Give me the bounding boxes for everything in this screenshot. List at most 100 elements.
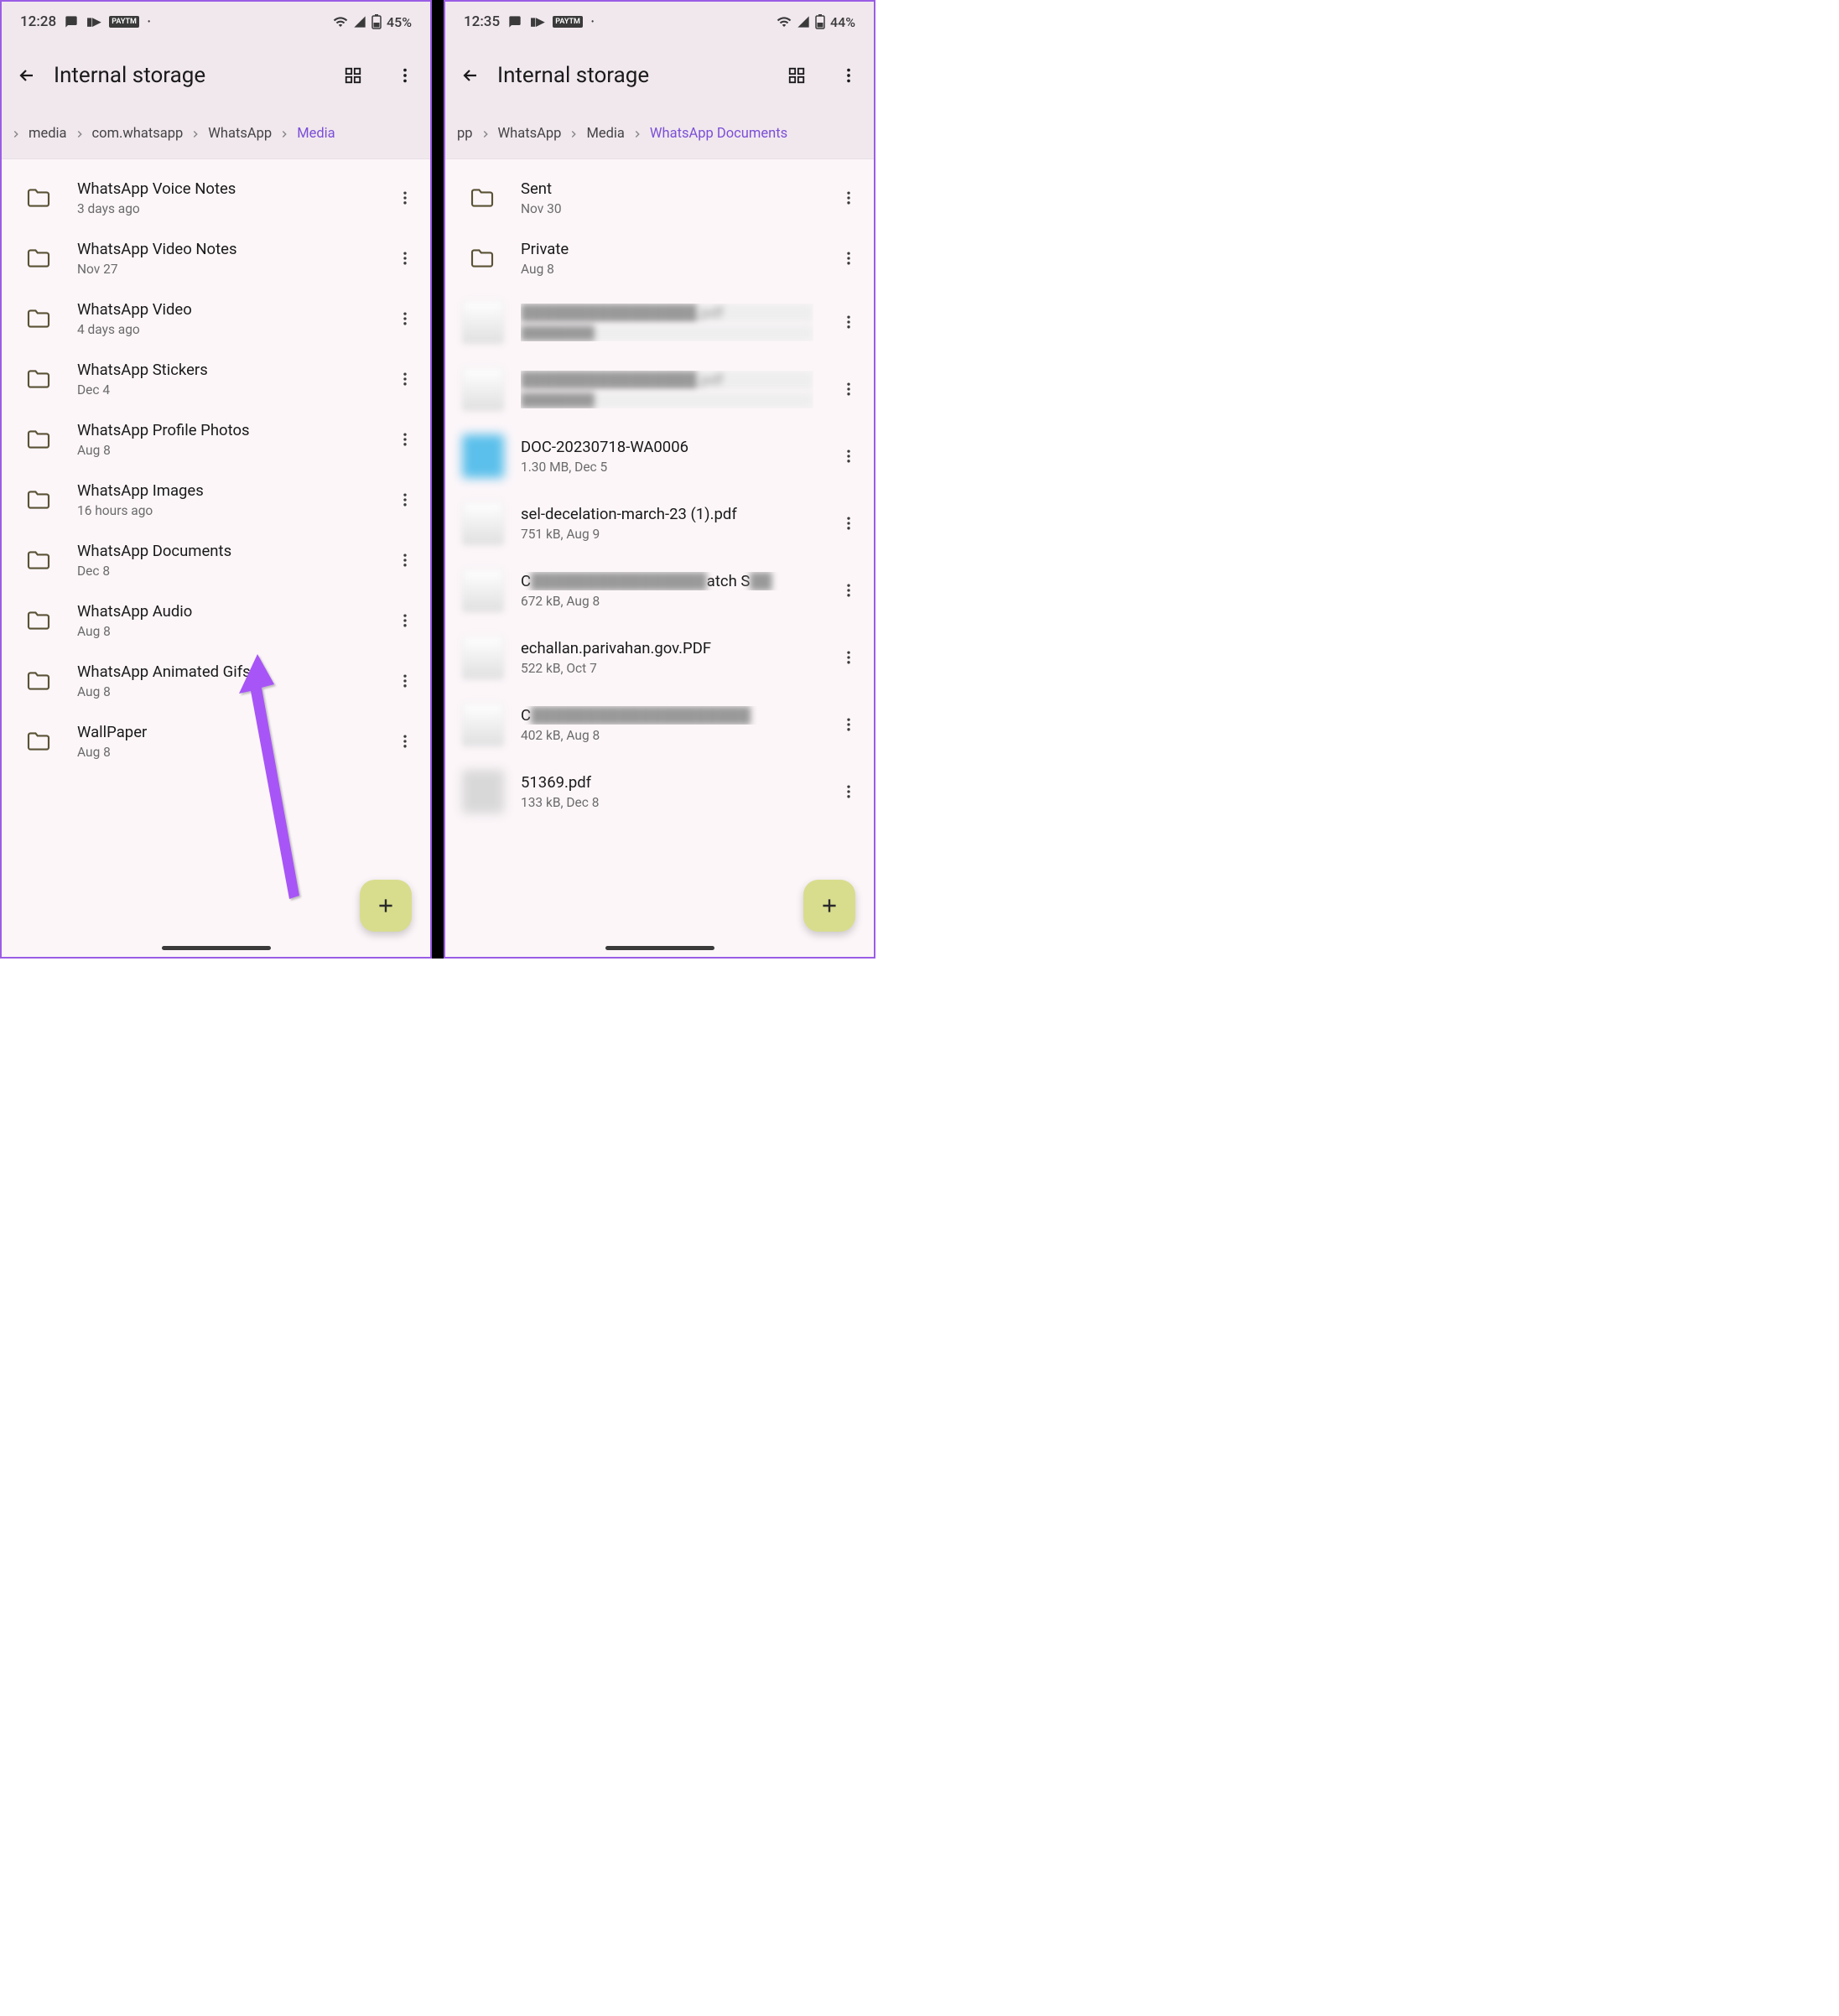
signal-icon bbox=[797, 15, 810, 29]
status-bar: 12:35 ▮▶ PAYTM • 44% bbox=[445, 2, 874, 42]
item-more-button[interactable] bbox=[839, 188, 859, 208]
file-thumbnail bbox=[462, 367, 504, 411]
item-more-button[interactable] bbox=[839, 580, 859, 600]
item-more-button[interactable] bbox=[395, 369, 415, 389]
file-sub: 672 kB, Aug 8 bbox=[521, 594, 813, 609]
file-sub: 402 kB, Aug 8 bbox=[521, 728, 813, 743]
status-bar: 12:28 ▮▶ PAYTM • 45% bbox=[2, 2, 430, 42]
file-thumbnail bbox=[462, 770, 504, 813]
left-phone: 12:28 ▮▶ PAYTM • 45% Internal storage bbox=[0, 0, 432, 959]
nav-handle[interactable] bbox=[605, 946, 714, 950]
item-more-button[interactable] bbox=[395, 671, 415, 691]
list-item[interactable]: SentNov 30 bbox=[445, 168, 874, 228]
list-item[interactable]: ████████████████.pdf████████ bbox=[445, 356, 874, 423]
breadcrumb-item[interactable]: Media bbox=[292, 126, 340, 142]
list-item[interactable]: WhatsApp Voice Notes3 days ago bbox=[2, 168, 430, 228]
list-item[interactable]: WhatsApp StickersDec 4 bbox=[2, 349, 430, 409]
item-more-button[interactable] bbox=[839, 379, 859, 399]
item-more-button[interactable] bbox=[839, 513, 859, 533]
list-item[interactable]: DOC-20230718-WA00061.30 MB, Dec 5 bbox=[445, 423, 874, 490]
item-more-button[interactable] bbox=[395, 309, 415, 329]
list-item[interactable]: WhatsApp AudioAug 8 bbox=[2, 590, 430, 651]
list-item[interactable]: WhatsApp Animated GifsAug 8 bbox=[2, 651, 430, 711]
file-name: Private bbox=[521, 240, 813, 258]
breadcrumb-item[interactable]: WhatsApp bbox=[203, 126, 277, 142]
file-sub: 522 kB, Oct 7 bbox=[521, 661, 813, 676]
item-more-button[interactable] bbox=[839, 647, 859, 668]
dot-icon: • bbox=[591, 18, 595, 27]
file-thumbnail bbox=[462, 636, 504, 679]
list-item[interactable]: WhatsApp Images16 hours ago bbox=[2, 470, 430, 530]
list-item[interactable]: PrivateAug 8 bbox=[445, 228, 874, 288]
grid-view-button[interactable] bbox=[343, 65, 363, 86]
list-item[interactable]: WhatsApp Profile PhotosAug 8 bbox=[2, 409, 430, 470]
folder-icon bbox=[25, 366, 52, 392]
file-sub: Dec 8 bbox=[77, 564, 370, 579]
breadcrumb-bar: pp WhatsApp Media WhatsApp Documents bbox=[445, 109, 874, 159]
back-button[interactable] bbox=[460, 65, 481, 86]
file-name: WhatsApp Profile Photos bbox=[77, 421, 370, 439]
list-item[interactable]: WhatsApp Video NotesNov 27 bbox=[2, 228, 430, 288]
back-button[interactable] bbox=[17, 65, 37, 86]
folder-icon bbox=[25, 426, 52, 453]
file-sub: Nov 30 bbox=[521, 201, 813, 216]
battery-icon bbox=[371, 14, 382, 29]
item-more-button[interactable] bbox=[839, 714, 859, 735]
file-list[interactable]: WhatsApp Voice Notes3 days ago WhatsApp … bbox=[2, 159, 430, 957]
more-button[interactable] bbox=[395, 65, 415, 86]
breadcrumb-item[interactable]: pp bbox=[452, 126, 478, 142]
right-phone: 12:35 ▮▶ PAYTM • 44% Internal storage bbox=[444, 0, 875, 959]
battery-icon bbox=[815, 14, 825, 29]
list-item[interactable]: WhatsApp DocumentsDec 8 bbox=[2, 530, 430, 590]
file-name: 51369.pdf bbox=[521, 773, 813, 792]
dot-icon: • bbox=[148, 18, 151, 27]
breadcrumb-item[interactable]: Media bbox=[581, 126, 629, 142]
file-sub: 3 days ago bbox=[77, 201, 370, 216]
file-list[interactable]: SentNov 30 PrivateAug 8 ████████████████… bbox=[445, 159, 874, 957]
breadcrumb-item[interactable]: media bbox=[23, 126, 72, 142]
item-more-button[interactable] bbox=[395, 611, 415, 631]
breadcrumb-item[interactable]: WhatsApp Documents bbox=[645, 126, 792, 142]
list-item[interactable]: echallan.parivahan.gov.PDF522 kB, Oct 7 bbox=[445, 624, 874, 691]
file-name: C████████████████atch S██ bbox=[521, 572, 813, 590]
item-more-button[interactable] bbox=[839, 248, 859, 268]
phone-divider bbox=[432, 0, 444, 959]
more-button[interactable] bbox=[839, 65, 859, 86]
file-name: C████████████████████ bbox=[521, 706, 813, 725]
fab-add-button[interactable] bbox=[803, 880, 855, 932]
list-item[interactable]: C████████████████atch S██ 672 kB, Aug 8 bbox=[445, 557, 874, 624]
notif-icon: ▮▶ bbox=[530, 16, 544, 29]
app-header: Internal storage bbox=[2, 42, 430, 109]
list-item[interactable]: ████████████████.pdf████████ bbox=[445, 288, 874, 356]
chevron-right-icon bbox=[566, 128, 581, 140]
item-more-button[interactable] bbox=[395, 248, 415, 268]
list-item[interactable]: 51369.pdf133 kB, Dec 8 bbox=[445, 758, 874, 825]
list-item[interactable]: WallPaperAug 8 bbox=[2, 711, 430, 772]
chevron-right-icon bbox=[72, 128, 87, 140]
file-sub: Aug 8 bbox=[77, 745, 370, 760]
item-more-button[interactable] bbox=[395, 429, 415, 449]
breadcrumb-bar: media com.whatsapp WhatsApp Media bbox=[2, 109, 430, 159]
fab-add-button[interactable] bbox=[360, 880, 412, 932]
list-item[interactable]: WhatsApp Video4 days ago bbox=[2, 288, 430, 349]
item-more-button[interactable] bbox=[839, 782, 859, 802]
list-item[interactable]: sel-decelation-march-23 (1).pdf751 kB, A… bbox=[445, 490, 874, 557]
file-sub: Nov 27 bbox=[77, 262, 370, 277]
file-name: ████████████████.pdf bbox=[521, 304, 813, 322]
file-thumbnail bbox=[462, 703, 504, 746]
grid-view-button[interactable] bbox=[787, 65, 807, 86]
item-more-button[interactable] bbox=[395, 731, 415, 751]
file-sub: 1.30 MB, Dec 5 bbox=[521, 460, 813, 475]
nav-handle[interactable] bbox=[162, 946, 271, 950]
file-sub: ████████ bbox=[521, 392, 813, 408]
item-more-button[interactable] bbox=[395, 550, 415, 570]
folder-icon bbox=[25, 245, 52, 272]
breadcrumb-item[interactable]: WhatsApp bbox=[493, 126, 567, 142]
list-item[interactable]: C████████████████████ 402 kB, Aug 8 bbox=[445, 691, 874, 758]
breadcrumb-item[interactable]: com.whatsapp bbox=[87, 126, 189, 142]
item-more-button[interactable] bbox=[395, 188, 415, 208]
item-more-button[interactable] bbox=[839, 446, 859, 466]
folder-icon bbox=[25, 486, 52, 513]
item-more-button[interactable] bbox=[839, 312, 859, 332]
item-more-button[interactable] bbox=[395, 490, 415, 510]
